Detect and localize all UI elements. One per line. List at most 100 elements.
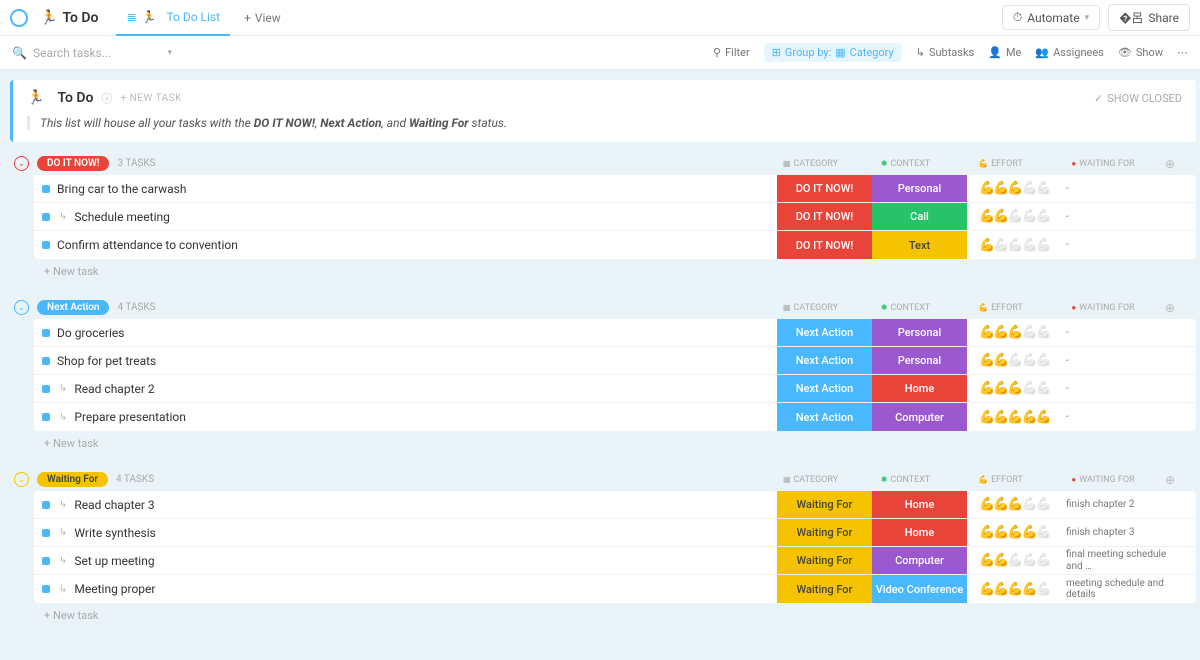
status-square-icon[interactable] — [42, 185, 50, 193]
task-row[interactable]: ↳Write synthesisWaiting ForHome💪💪💪💪💪fini… — [34, 519, 1196, 547]
task-title-cell[interactable]: ↳Meeting proper — [34, 575, 777, 603]
task-row[interactable]: ↳Set up meetingWaiting ForComputer💪💪💪💪💪f… — [34, 547, 1196, 575]
status-square-icon[interactable] — [42, 413, 50, 421]
new-task-button[interactable]: + New task — [34, 431, 1196, 456]
col-category[interactable]: ▦CATEGORY — [763, 475, 858, 485]
task-title-cell[interactable]: Shop for pet treats — [34, 347, 777, 374]
context-cell[interactable]: Computer — [872, 403, 967, 431]
col-waiting-for[interactable]: ●WAITING FOR — [1048, 159, 1158, 169]
task-title-cell[interactable]: ↳Read chapter 3 — [34, 491, 777, 518]
subtasks-button[interactable]: ↳ Subtasks — [916, 46, 975, 59]
more-button[interactable]: ⋯ — [1177, 46, 1188, 59]
category-cell[interactable]: Next Action — [777, 319, 872, 346]
status-square-icon[interactable] — [42, 385, 50, 393]
col-effort[interactable]: 💪EFFORT — [953, 475, 1048, 485]
waiting-for-cell[interactable]: - — [1062, 231, 1172, 259]
waiting-for-cell[interactable]: - — [1062, 203, 1172, 230]
space-title[interactable]: 🏃 To Do — [40, 10, 98, 26]
home-circle-icon[interactable] — [10, 9, 28, 27]
collapse-toggle[interactable]: ⌄ — [14, 472, 29, 487]
effort-cell[interactable]: 💪💪💪💪💪 — [967, 547, 1062, 574]
search-input[interactable]: 🔍 Search tasks... ▾ — [12, 46, 172, 60]
context-cell[interactable]: Text — [872, 231, 967, 259]
assignees-button[interactable]: 👥 Assignees — [1035, 46, 1104, 59]
col-context[interactable]: ✱CONTEXT — [858, 303, 953, 313]
category-cell[interactable]: DO IT NOW! — [777, 203, 872, 230]
waiting-for-cell[interactable]: - — [1062, 403, 1172, 431]
group-pill[interactable]: Next Action — [37, 300, 109, 315]
info-icon[interactable]: ⓘ — [101, 90, 112, 106]
task-row[interactable]: ↳Meeting properWaiting ForVideo Conferen… — [34, 575, 1196, 603]
category-cell[interactable]: Next Action — [777, 403, 872, 431]
effort-cell[interactable]: 💪💪💪💪💪 — [967, 375, 1062, 402]
category-cell[interactable]: DO IT NOW! — [777, 175, 872, 202]
task-title-cell[interactable]: Confirm attendance to convention — [34, 231, 777, 259]
context-cell[interactable]: Personal — [872, 347, 967, 374]
groupby-button[interactable]: ⊞ Group by: ▦ Category — [764, 43, 902, 62]
status-square-icon[interactable] — [42, 213, 50, 221]
status-square-icon[interactable] — [42, 529, 50, 537]
task-title-cell[interactable]: Bring car to the carwash — [34, 175, 777, 202]
waiting-for-cell[interactable]: finish chapter 2 — [1062, 491, 1172, 518]
task-row[interactable]: Confirm attendance to conventionDO IT NO… — [34, 231, 1196, 259]
category-cell[interactable]: Waiting For — [777, 491, 872, 518]
tab-todo-list[interactable]: ≣ 🏃 To Do List — [116, 0, 230, 36]
task-title-cell[interactable]: ↳Write synthesis — [34, 519, 777, 546]
status-square-icon[interactable] — [42, 357, 50, 365]
task-row[interactable]: ↳Read chapter 3Waiting ForHome💪💪💪💪💪finis… — [34, 491, 1196, 519]
new-task-header-button[interactable]: + NEW TASK — [120, 93, 181, 104]
waiting-for-cell[interactable]: - — [1062, 347, 1172, 374]
add-column-button[interactable]: ⊕ — [1158, 473, 1182, 487]
effort-cell[interactable]: 💪💪💪💪💪 — [967, 575, 1062, 603]
waiting-for-cell[interactable]: meeting schedule and details — [1062, 575, 1172, 603]
status-square-icon[interactable] — [42, 241, 50, 249]
context-cell[interactable]: Home — [872, 491, 967, 518]
col-effort[interactable]: 💪EFFORT — [953, 303, 1048, 313]
effort-cell[interactable]: 💪💪💪💪💪 — [967, 175, 1062, 202]
effort-cell[interactable]: 💪💪💪💪💪 — [967, 519, 1062, 546]
show-closed-button[interactable]: ✓ SHOW CLOSED — [1094, 92, 1182, 105]
context-cell[interactable]: Home — [872, 375, 967, 402]
context-cell[interactable]: Personal — [872, 319, 967, 346]
waiting-for-cell[interactable]: - — [1062, 175, 1172, 202]
task-title-cell[interactable]: Do groceries — [34, 319, 777, 346]
col-context[interactable]: ✱CONTEXT — [858, 475, 953, 485]
status-square-icon[interactable] — [42, 329, 50, 337]
category-cell[interactable]: Waiting For — [777, 575, 872, 603]
waiting-for-cell[interactable]: - — [1062, 319, 1172, 346]
col-context[interactable]: ✱CONTEXT — [858, 159, 953, 169]
task-title-cell[interactable]: ↳Prepare presentation — [34, 403, 777, 431]
group-pill[interactable]: Waiting For — [37, 472, 108, 487]
add-view-button[interactable]: + View — [244, 11, 281, 25]
category-cell[interactable]: Next Action — [777, 375, 872, 402]
col-category[interactable]: ▦CATEGORY — [763, 303, 858, 313]
add-column-button[interactable]: ⊕ — [1158, 157, 1182, 171]
waiting-for-cell[interactable]: final meeting schedule and … — [1062, 547, 1172, 574]
status-square-icon[interactable] — [42, 557, 50, 565]
filter-button[interactable]: ⚲ Filter — [713, 46, 750, 59]
task-row[interactable]: Do groceriesNext ActionPersonal💪💪💪💪💪- — [34, 319, 1196, 347]
task-row[interactable]: ↳Read chapter 2Next ActionHome💪💪💪💪💪- — [34, 375, 1196, 403]
me-button[interactable]: 👤 Me — [988, 46, 1021, 59]
collapse-toggle[interactable]: ⌄ — [14, 156, 29, 171]
status-square-icon[interactable] — [42, 585, 50, 593]
context-cell[interactable]: Home — [872, 519, 967, 546]
effort-cell[interactable]: 💪💪💪💪💪 — [967, 491, 1062, 518]
share-button[interactable]: �呂 Share — [1108, 4, 1190, 31]
collapse-toggle[interactable]: ⌄ — [14, 300, 29, 315]
new-task-button[interactable]: + New task — [34, 603, 1196, 628]
task-title-cell[interactable]: ↳Schedule meeting — [34, 203, 777, 230]
context-cell[interactable]: Call — [872, 203, 967, 230]
context-cell[interactable]: Video Conference — [872, 575, 967, 603]
col-effort[interactable]: 💪EFFORT — [953, 159, 1048, 169]
group-pill[interactable]: DO IT NOW! — [37, 156, 109, 171]
show-button[interactable]: 👁 Show — [1118, 46, 1163, 59]
effort-cell[interactable]: 💪💪💪💪💪 — [967, 347, 1062, 374]
context-cell[interactable]: Personal — [872, 175, 967, 202]
task-row[interactable]: Shop for pet treatsNext ActionPersonal💪💪… — [34, 347, 1196, 375]
task-row[interactable]: Bring car to the carwashDO IT NOW!Person… — [34, 175, 1196, 203]
effort-cell[interactable]: 💪💪💪💪💪 — [967, 203, 1062, 230]
category-cell[interactable]: DO IT NOW! — [777, 231, 872, 259]
waiting-for-cell[interactable]: - — [1062, 375, 1172, 402]
category-cell[interactable]: Waiting For — [777, 519, 872, 546]
